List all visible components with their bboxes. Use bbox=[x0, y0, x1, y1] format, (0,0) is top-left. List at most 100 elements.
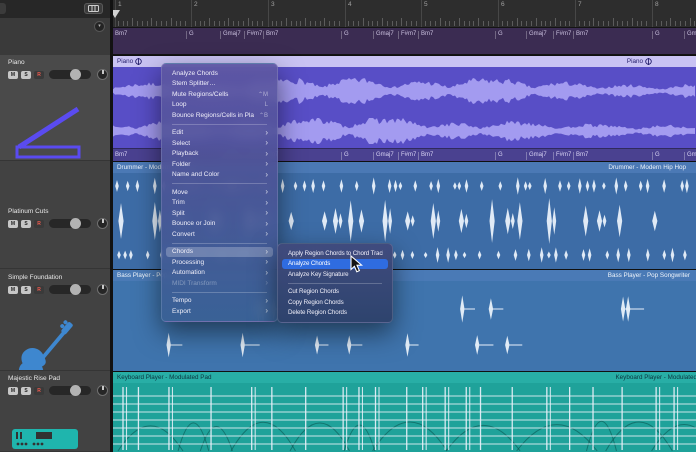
menu-item-automation[interactable]: Automation› bbox=[166, 268, 273, 279]
region-chord[interactable]: Gmaj7 bbox=[529, 152, 547, 158]
menu-item-analyze-chords[interactable]: Analyze Chords bbox=[282, 259, 388, 270]
ruler-tick bbox=[469, 21, 470, 26]
menu-item-cut-region-chords[interactable]: Cut Region Chords bbox=[282, 287, 388, 298]
volume-slider-knob[interactable] bbox=[70, 284, 81, 295]
region-keys[interactable]: Keyboard Player - Modulated PadKeyboard … bbox=[113, 372, 696, 452]
track-icon-wrap[interactable] bbox=[12, 320, 78, 371]
menu-item-tempo[interactable]: Tempo› bbox=[166, 296, 273, 307]
bar-ruler[interactable]: 12345678 bbox=[113, 0, 696, 28]
chord-track-chord[interactable]: G bbox=[344, 31, 349, 37]
mute-button[interactable]: M bbox=[8, 220, 18, 228]
record-button[interactable]: R bbox=[34, 71, 44, 79]
chord-track-chord[interactable]: Gmaj7 bbox=[223, 31, 241, 37]
solo-button[interactable]: S bbox=[21, 286, 31, 294]
track-header-piano[interactable]: Piano MSR bbox=[0, 55, 110, 161]
volume-slider[interactable] bbox=[49, 70, 91, 79]
volume-slider[interactable] bbox=[49, 285, 91, 294]
chord-track-chord[interactable]: G bbox=[655, 31, 660, 37]
chord-track[interactable]: Bm7 G Gmaj7 F#m7 Bm7 G Gmaj7 F#m7 Bm7 G Gmaj7 F#m7 B… bbox=[113, 28, 696, 55]
submenu-arrow-icon: › bbox=[265, 149, 268, 159]
menu-item-delete-region-chords[interactable]: Delete Region Chords bbox=[282, 308, 388, 319]
menu-item-export[interactable]: Export› bbox=[166, 306, 273, 317]
menu-item-edit[interactable]: Edit› bbox=[166, 128, 273, 139]
track-name[interactable]: Platinum Cuts bbox=[0, 208, 110, 215]
menu-item-select[interactable]: Select› bbox=[166, 138, 273, 149]
chord-track-options-button[interactable]: ▾ bbox=[94, 21, 105, 32]
region-chord[interactable]: Bm7 bbox=[576, 152, 588, 158]
menu-item-name-and-color[interactable]: Name and Color› bbox=[166, 170, 273, 181]
menu-item-processing[interactable]: Processing› bbox=[166, 257, 273, 268]
volume-slider-knob[interactable] bbox=[70, 385, 81, 396]
mute-button[interactable]: M bbox=[8, 387, 18, 395]
chord-track-chord[interactable]: G bbox=[189, 31, 194, 37]
ruler-tick bbox=[406, 21, 407, 26]
chord-track-chord[interactable]: Gmaj7 bbox=[687, 31, 696, 37]
volume-slider[interactable] bbox=[49, 219, 91, 228]
track-icon-wrap[interactable] bbox=[12, 106, 84, 161]
chord-track-chord[interactable]: F#m7 bbox=[401, 31, 416, 37]
chord-track-chord[interactable]: Bm7 bbox=[576, 31, 588, 37]
menu-item-playback[interactable]: Playback› bbox=[166, 149, 273, 160]
chord-track-chord[interactable]: F#m7 bbox=[247, 31, 262, 37]
volume-slider-knob[interactable] bbox=[70, 218, 81, 229]
menu-item-bounce-or-join[interactable]: Bounce or Join› bbox=[166, 219, 273, 230]
menu-item-copy-region-chords[interactable]: Copy Region Chords bbox=[282, 297, 388, 308]
track-header-simple-foundation[interactable]: Simple Foundation MSR bbox=[0, 269, 110, 371]
chord-track-chord[interactable]: Gmaj7 bbox=[529, 31, 547, 37]
chord-track-chord[interactable]: F#m7 bbox=[556, 31, 571, 37]
track-name[interactable]: Majestic Rise Pad bbox=[0, 375, 110, 382]
record-button[interactable]: R bbox=[34, 286, 44, 294]
chord-track-chord[interactable]: G bbox=[498, 31, 503, 37]
region-chord[interactable]: Gmaj7 bbox=[376, 152, 394, 158]
chord-track-chord[interactable]: Bm7 bbox=[115, 31, 127, 37]
menu-item-stem-splitter[interactable]: Stem Splitter… bbox=[166, 79, 273, 90]
record-button[interactable]: R bbox=[34, 220, 44, 228]
region-chord[interactable]: Gmaj7 bbox=[687, 152, 696, 158]
solo-button[interactable]: S bbox=[21, 387, 31, 395]
menu-item-move[interactable]: Move› bbox=[166, 187, 273, 198]
track-name[interactable]: Simple Foundation bbox=[0, 274, 110, 281]
region-chord[interactable]: Bm7 bbox=[421, 152, 433, 158]
mute-button[interactable]: M bbox=[8, 286, 18, 294]
solo-button[interactable]: S bbox=[21, 220, 31, 228]
record-button[interactable]: R bbox=[34, 387, 44, 395]
region-chord[interactable]: G bbox=[344, 152, 349, 158]
menu-item-analyze-chords[interactable]: Analyze Chords bbox=[166, 68, 273, 79]
chord-track-chord[interactable]: Bm7 bbox=[266, 31, 278, 37]
track-header-majestic-rise-pad[interactable]: Majestic Rise Pad MSR bbox=[0, 371, 110, 452]
region-chord[interactable]: G bbox=[498, 152, 503, 158]
region-chord[interactable]: F#m7 bbox=[401, 152, 416, 158]
ruler-tick bbox=[334, 21, 335, 26]
region-chord[interactable]: G bbox=[655, 152, 660, 158]
track-header-platinum-cuts[interactable]: Platinum Cuts MSR bbox=[0, 161, 110, 269]
menu-item-mute-regions-cells[interactable]: Mute Regions/Cells⌃M bbox=[166, 89, 273, 100]
ruler-tick bbox=[339, 21, 340, 26]
solo-button[interactable]: S bbox=[21, 71, 31, 79]
toolbar-button-partial[interactable] bbox=[0, 3, 6, 14]
menu-item-loop[interactable]: LoopL bbox=[166, 100, 273, 111]
volume-slider-knob[interactable] bbox=[70, 69, 81, 80]
menu-item-trim[interactable]: Trim› bbox=[166, 198, 273, 209]
region-chord[interactable]: F#m7 bbox=[556, 152, 571, 158]
chord-track-chord[interactable]: Bm7 bbox=[421, 31, 433, 37]
chord-track-chord[interactable]: Gmaj7 bbox=[376, 31, 394, 37]
menu-item-apply-region-chords-to-chord-track[interactable]: Apply Region Chords to Chord Track bbox=[282, 248, 388, 259]
menu-item-analyze-key-signature[interactable]: Analyze Key Signature bbox=[282, 269, 388, 280]
pan-knob[interactable] bbox=[97, 385, 108, 396]
menu-item-chords[interactable]: Chords› bbox=[166, 247, 273, 258]
mute-button[interactable]: M bbox=[8, 71, 18, 79]
menu-item-folder[interactable]: Folder› bbox=[166, 159, 273, 170]
menu-item-split[interactable]: Split› bbox=[166, 208, 273, 219]
menu-item-bounce-regions-cells-in-place[interactable]: Bounce Regions/Cells in Place…⌃B bbox=[166, 110, 273, 121]
pan-knob[interactable] bbox=[97, 284, 108, 295]
pan-knob[interactable] bbox=[97, 218, 108, 229]
region-chord[interactable]: Bm7 bbox=[115, 152, 127, 158]
menu-item-convert[interactable]: Convert› bbox=[166, 229, 273, 240]
menu-item-midi-transform[interactable]: MIDI Transform› bbox=[166, 278, 273, 289]
volume-slider[interactable] bbox=[49, 386, 91, 395]
pan-knob[interactable] bbox=[97, 69, 108, 80]
track-name[interactable]: Piano bbox=[0, 59, 110, 66]
track-icon-wrap[interactable] bbox=[12, 426, 78, 452]
playhead[interactable] bbox=[113, 10, 120, 18]
musical-typing-button[interactable] bbox=[84, 3, 103, 14]
